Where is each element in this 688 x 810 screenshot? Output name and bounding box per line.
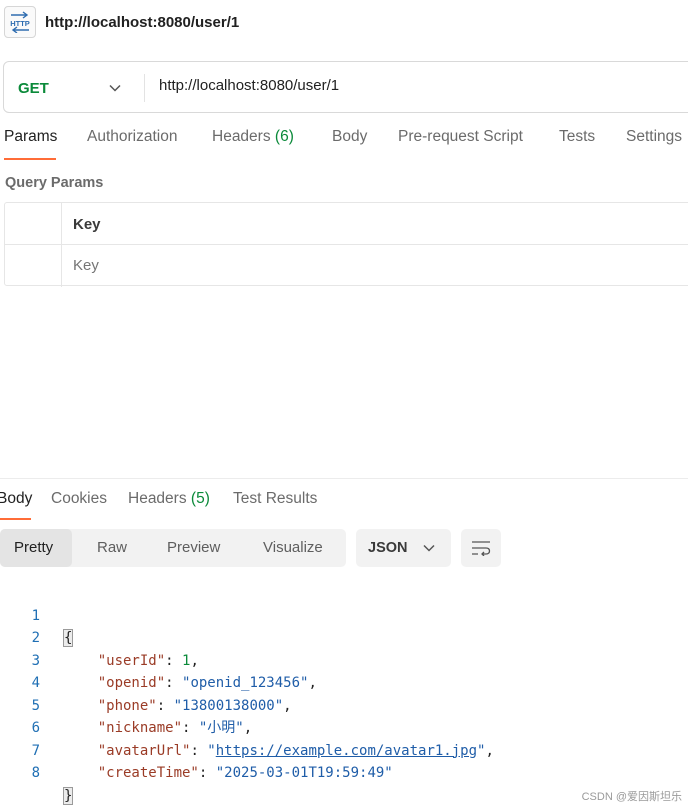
code-line: 7 "createTime": "2025-03-01T19:59:49" — [0, 717, 688, 782]
url-bar: GET — [3, 61, 688, 113]
watermark: CSDN @爱因斯坦乐 — [581, 791, 682, 803]
line-number: 8 — [31, 765, 40, 781]
chevron-down-icon — [422, 541, 436, 560]
view-preview-button[interactable]: Preview — [167, 539, 220, 556]
request-title[interactable]: http://localhost:8080/user/1 — [45, 14, 239, 31]
tab-label: Body — [0, 490, 33, 507]
code-line: 2 "userId": 1, — [0, 605, 688, 669]
code-line: 8 } — [0, 740, 688, 805]
tab-body[interactable]: Body — [332, 128, 367, 146]
method-select[interactable]: GET — [18, 80, 49, 97]
response-headers-count: (5) — [190, 490, 210, 507]
tab-pre-request-script[interactable]: Pre-request Script — [398, 128, 523, 146]
title-row: HTTP http://localhost:8080/user/1 — [0, 0, 688, 46]
code-line: 3 "openid": "openid_123456", — [0, 627, 688, 692]
tab-test-results[interactable]: Test Results — [233, 490, 317, 508]
query-params-table: Key — [4, 202, 688, 287]
wrap-lines-button[interactable] — [461, 529, 501, 567]
view-pretty-button[interactable]: Pretty — [14, 539, 53, 556]
response-tabs: Body Cookies Headers (5) Test Results — [0, 490, 688, 520]
response-divider[interactable] — [0, 478, 688, 479]
row-checkbox-cell[interactable] — [5, 245, 62, 287]
checkbox-column-header — [5, 203, 62, 244]
active-tab-indicator — [4, 158, 56, 160]
tab-label: Test Results — [233, 490, 318, 507]
query-params-title: Query Params — [5, 175, 104, 191]
url-input[interactable] — [159, 77, 659, 94]
tab-settings[interactable]: Settings — [626, 128, 682, 146]
view-mode-group: Pretty Raw Preview Visualize — [0, 529, 346, 567]
code-line: 5 "nickname": "小明", — [0, 672, 688, 737]
tab-params[interactable]: Params — [4, 128, 57, 146]
view-visualize-button[interactable]: Visualize — [263, 539, 323, 556]
tab-tests[interactable]: Tests — [559, 128, 595, 146]
code-line: 6 "avatarUrl": "https://example.com/avat… — [0, 695, 688, 759]
active-tab-indicator — [0, 518, 31, 520]
tab-label: Params — [4, 128, 58, 145]
tab-label: Headers — [212, 128, 271, 145]
tab-cookies[interactable]: Cookies — [51, 490, 107, 508]
tab-label: Pre-request Script — [398, 128, 523, 145]
response-body-code: 1 { 2 "userId": 1, 3 "openid": "openid_1… — [0, 582, 688, 805]
http-request-icon: HTTP — [4, 6, 36, 38]
close-brace: } — [62, 786, 74, 805]
tab-authorization[interactable]: Authorization — [87, 128, 177, 146]
tab-headers[interactable]: Headers (6) — [212, 128, 294, 146]
request-tabs: Params Authorization Headers (6) Body Pr… — [0, 128, 688, 162]
param-key-input[interactable] — [73, 257, 373, 274]
chevron-down-icon[interactable] — [108, 81, 122, 100]
json-value: "2025-03-01T19:59:49" — [215, 765, 393, 781]
table-row — [5, 245, 688, 287]
tab-label: Tests — [559, 128, 596, 145]
key-column-header: Key — [73, 216, 101, 233]
code-line: 4 "phone": "13800138000", — [0, 650, 688, 714]
format-select[interactable]: JSON — [356, 529, 451, 567]
json-key: "createTime" — [97, 765, 199, 781]
tab-label: Cookies — [51, 490, 107, 507]
tab-response-headers[interactable]: Headers (5) — [128, 490, 210, 508]
headers-count: (6) — [274, 128, 294, 145]
tab-label: Authorization — [87, 128, 178, 145]
http-icon-label: HTTP — [10, 19, 30, 28]
url-divider — [144, 74, 145, 102]
tab-label: Settings — [626, 128, 683, 145]
tab-label: Headers — [128, 490, 187, 507]
code-line: 1 { — [0, 582, 688, 647]
wrap-lines-icon — [472, 541, 491, 556]
view-raw-button[interactable]: Raw — [97, 539, 127, 556]
format-label: JSON — [368, 540, 408, 556]
table-header-row: Key — [5, 203, 688, 245]
tab-response-body[interactable]: Body — [0, 490, 32, 508]
tab-label: Body — [332, 128, 368, 145]
